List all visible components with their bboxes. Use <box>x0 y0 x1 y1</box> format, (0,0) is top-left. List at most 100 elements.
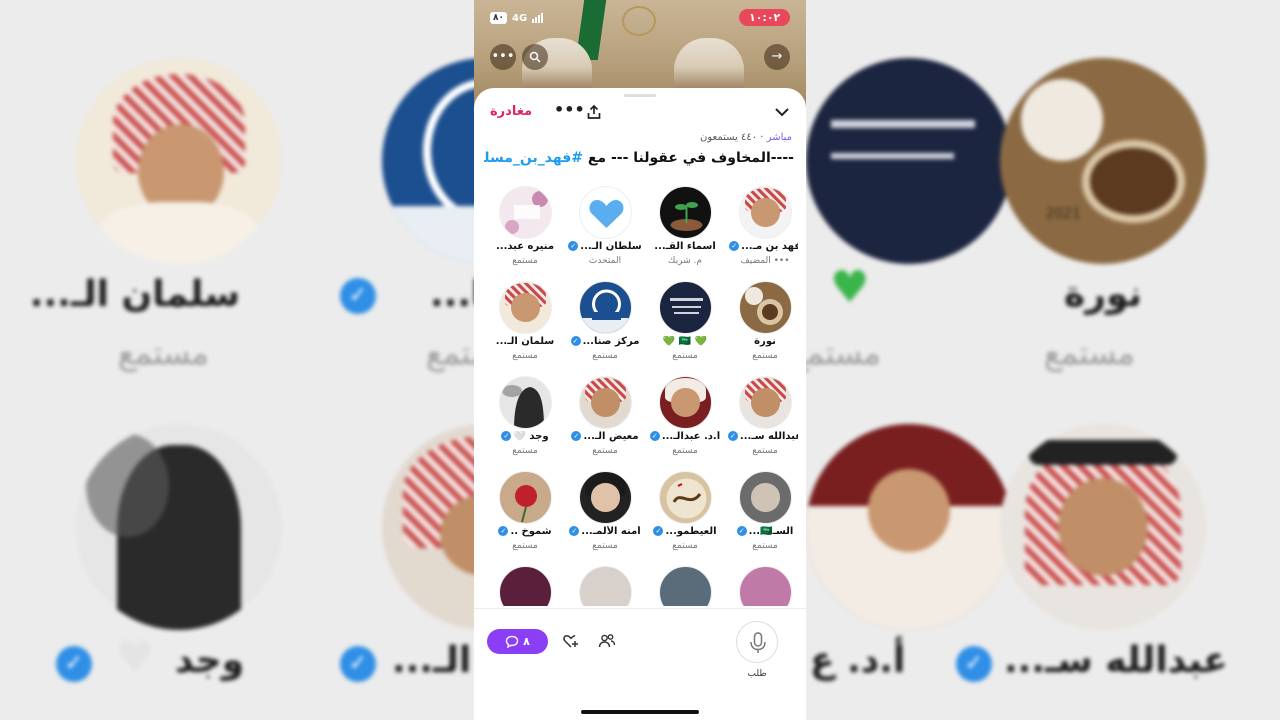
forward-arrow-icon[interactable]: → <box>764 44 790 70</box>
avatar[interactable] <box>499 471 552 524</box>
participant-card[interactable]: مركز صنا...✓ مستمع <box>566 281 644 373</box>
bg-name-6: أ.د. ع <box>810 640 906 681</box>
avatar[interactable] <box>579 186 632 239</box>
participant-card[interactable]: أ.د. عبدالـ...✓ مستمع <box>646 376 724 468</box>
avatar[interactable] <box>739 566 792 606</box>
participant-name-text: أمنه الألمـ... <box>581 526 641 537</box>
participant-name: نورة <box>754 336 776 347</box>
comment-icon <box>505 635 519 648</box>
avatar[interactable] <box>659 186 712 239</box>
participant-name-text: السـ🇸🇦... <box>748 526 794 537</box>
participant-card[interactable]: عبدالله سـ...✓ مستمع <box>726 376 798 468</box>
participant-card[interactable]: 💚 🇸🇦 💚 مستمع <box>646 281 724 373</box>
share-icon[interactable] <box>586 104 602 124</box>
verified-badge-icon: ✓ <box>498 526 509 536</box>
avatar[interactable] <box>499 186 552 239</box>
participant-role: المتحدث <box>588 256 622 266</box>
participant-name-text: معيض الـ... <box>583 431 639 442</box>
request-mic-button[interactable] <box>736 621 778 663</box>
avatar[interactable] <box>499 281 552 334</box>
bg-verified-icon-3: ✓ <box>340 646 376 682</box>
participant-role: مستمع <box>752 351 778 361</box>
verified-badge-icon: ✓ <box>736 526 747 536</box>
listener-count: ٤٤٠ يستمعون <box>699 132 758 143</box>
bg-avatar-calligraphy <box>806 58 1012 264</box>
verified-badge-icon: ✓ <box>653 526 664 536</box>
more-options-icon[interactable]: ••• <box>490 44 516 70</box>
avatar[interactable] <box>739 281 792 334</box>
people-icon[interactable] <box>598 632 618 652</box>
participant-name-text: عبدالله سـ... <box>739 431 798 442</box>
sheet-handle[interactable] <box>624 94 656 97</box>
avatar[interactable] <box>739 376 792 429</box>
avatar[interactable] <box>499 376 552 429</box>
participant-role: مستمع <box>592 351 618 361</box>
verified-badge-icon: ✓ <box>570 336 581 346</box>
participant-card[interactable]: سلمان الـ... مستمع <box>486 281 564 373</box>
participant-name: شموخ ..✓ <box>486 526 564 537</box>
search-icon[interactable] <box>522 44 548 70</box>
request-label: طلب <box>747 669 767 679</box>
participant-role: مستمع <box>752 541 778 551</box>
bg-avatar-abdullah <box>1000 424 1206 630</box>
avatar[interactable] <box>659 471 712 524</box>
avatar[interactable] <box>499 566 552 606</box>
leave-button[interactable]: مغادرة <box>490 104 532 119</box>
bg-role-1: مستمع <box>118 334 209 372</box>
participant-card[interactable]: معيض الـ...✓ مستمع <box>566 376 644 468</box>
avatar[interactable] <box>579 566 632 606</box>
participant-card[interactable]: نورة مستمع <box>726 281 798 373</box>
microphone-icon <box>750 632 766 653</box>
participant-card[interactable]: العيطمو...✓ مستمع <box>646 471 724 563</box>
status-time: ١٠:٠٢ <box>739 9 791 26</box>
participant-name: مركز صنا...✓ <box>566 336 644 347</box>
replies-button[interactable]: ٨ <box>487 629 548 654</box>
participant-card[interactable]: سلطان الـ...✓ المتحدث <box>566 186 644 278</box>
participant-role: م. شريك <box>668 256 702 266</box>
participant-card[interactable]: السـ🇸🇦...✓ مستمع <box>726 471 798 563</box>
avatar[interactable] <box>579 471 632 524</box>
participant-name: السـ🇸🇦...✓ <box>726 526 798 537</box>
avatar[interactable] <box>739 471 792 524</box>
space-hashtag-link[interactable]: #فهد_بن_مسلم <box>484 150 583 166</box>
avatar[interactable] <box>579 281 632 334</box>
participant-card[interactable]: فهد بن مـ...✓ ••• المضيف <box>726 186 798 278</box>
battery-icon: ٨٠ <box>490 12 507 24</box>
phone-screen: ١٠:٠٢ ٨٠ 4G ••• → مغادرة ••• مباشر · ٤٤٠… <box>474 0 806 720</box>
network-label: 4G <box>512 12 528 24</box>
participant-name-text: سلطان الـ... <box>580 241 642 252</box>
participant-role: مستمع <box>592 446 618 456</box>
participant-name: فهد بن مـ...✓ <box>726 241 798 252</box>
participant-card[interactable]: أمنه الألمـ...✓ مستمع <box>566 471 644 563</box>
participant-card[interactable]: شموخ ..✓ مستمع <box>486 471 564 563</box>
bg-avatar-wajd <box>76 424 282 630</box>
react-heart-icon[interactable] <box>562 632 582 652</box>
more-menu-icon[interactable]: ••• <box>554 100 585 119</box>
space-controls: ٨ طلب <box>474 608 806 720</box>
avatar[interactable] <box>659 376 712 429</box>
chevron-down-icon[interactable] <box>774 104 790 124</box>
participant-card[interactable]: منيره عبد... مستمع <box>486 186 564 278</box>
bg-name-1: سلمان الـ... <box>29 274 240 315</box>
participant-role: مستمع <box>592 541 618 551</box>
participant-card[interactable] <box>566 566 644 606</box>
reply-count: ٨ <box>523 635 530 648</box>
participant-card[interactable] <box>646 566 724 606</box>
participant-name-text: العيطمو... <box>665 526 717 537</box>
home-indicator[interactable] <box>581 710 699 714</box>
bg-verified-icon-2: ✓ <box>340 278 376 314</box>
participant-card[interactable] <box>726 566 798 606</box>
bg-name-3: نورة <box>1064 274 1143 315</box>
avatar[interactable] <box>659 281 712 334</box>
avatar[interactable] <box>739 186 792 239</box>
bg-avatar-salman <box>76 58 282 264</box>
participant-card[interactable]: وجد 🤍✓ مستمع <box>486 376 564 468</box>
avatar[interactable] <box>659 566 712 606</box>
participant-name-text: وجد 🤍 <box>513 431 549 442</box>
participant-card[interactable]: أسماء القـ... م. شريك <box>646 186 724 278</box>
participants-grid: فهد بن مـ...✓ ••• المضيف أسماء القـ... م. ش… <box>486 186 798 606</box>
avatar[interactable] <box>579 376 632 429</box>
bg-heart-icon: ♥ <box>115 632 155 683</box>
participant-card[interactable] <box>486 566 564 606</box>
bg-name-7: عبدالله سـ... <box>1004 640 1228 681</box>
